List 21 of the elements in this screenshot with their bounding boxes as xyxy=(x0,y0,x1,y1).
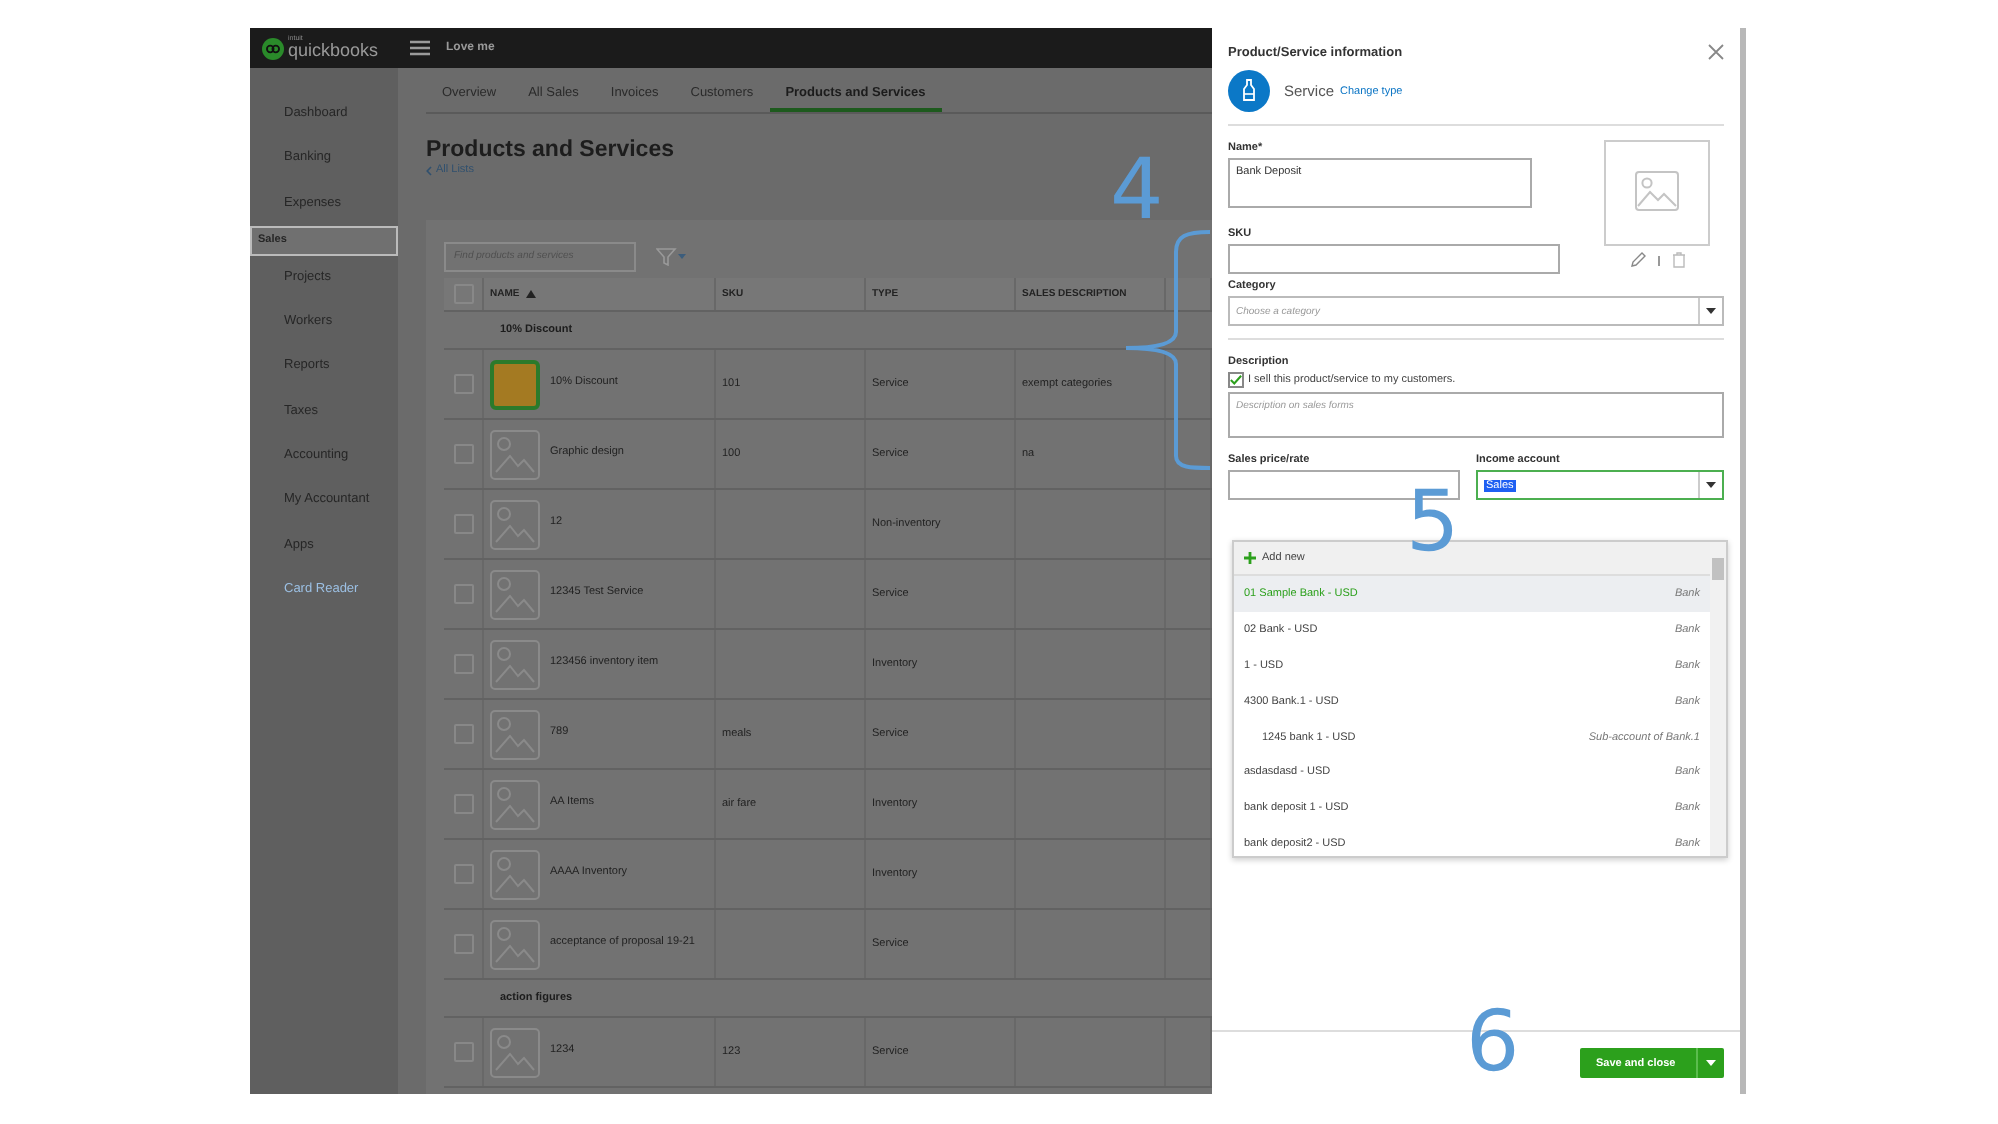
sku-field[interactable] xyxy=(1228,244,1560,274)
filter-icon[interactable] xyxy=(656,247,688,265)
caret-icon[interactable] xyxy=(1706,1060,1716,1066)
caret-icon xyxy=(1706,482,1716,488)
close-icon[interactable] xyxy=(1708,44,1724,60)
pencil-icon[interactable] xyxy=(1629,252,1645,268)
plus-icon xyxy=(1244,552,1256,564)
chevron-left-icon[interactable] xyxy=(426,165,432,175)
logo-icon xyxy=(262,37,284,59)
menu-icon[interactable] xyxy=(410,40,430,56)
checkbox[interactable] xyxy=(1228,372,1244,388)
trash-icon[interactable] xyxy=(1671,252,1685,268)
caret-icon xyxy=(1706,308,1716,314)
service-type-icon xyxy=(1228,70,1270,112)
image-icon[interactable] xyxy=(1604,140,1710,246)
page-title: Products and Services xyxy=(426,138,676,162)
scrollbar[interactable] xyxy=(1710,542,1726,856)
brand-name: quickbooks xyxy=(288,42,379,61)
sort-icon xyxy=(525,290,536,298)
annotation-number: 6 xyxy=(1466,1000,1520,1084)
annotation-number: 4 xyxy=(1110,148,1164,232)
